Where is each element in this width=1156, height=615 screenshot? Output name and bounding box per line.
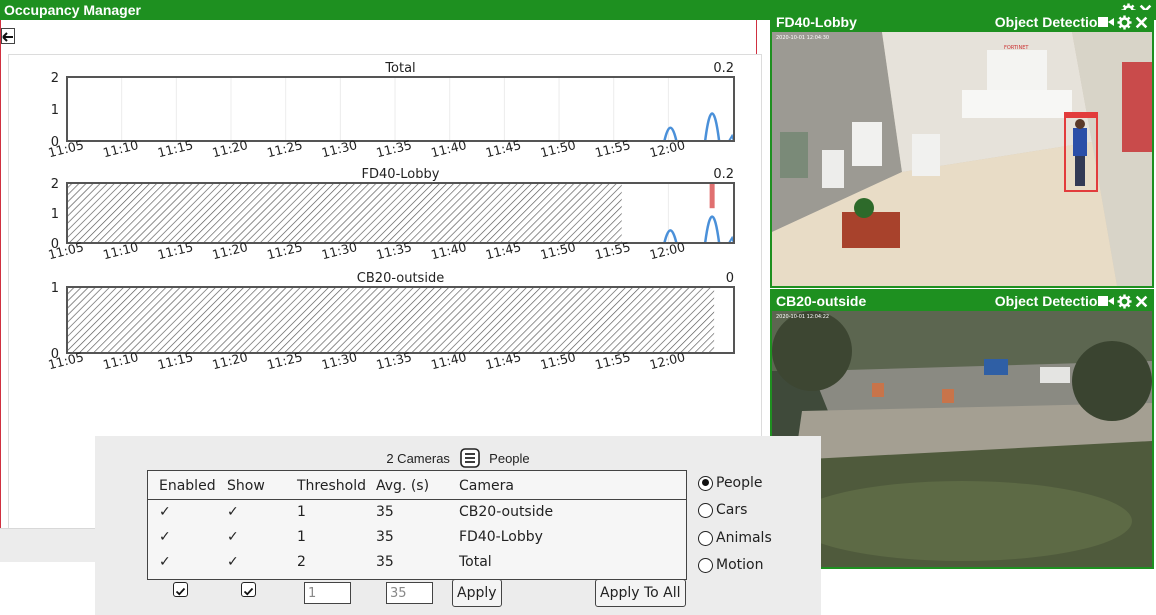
camera-panel-cb20-outside[interactable]: CB20-outside Object Detection 2020-10-01… xyxy=(770,289,1154,569)
column-header: Enabled xyxy=(159,478,216,494)
table-row[interactable]: ✓ ✓ 1 35 CB20-outside xyxy=(148,504,686,528)
radio-circle[interactable] xyxy=(698,475,713,491)
checkmark-icon xyxy=(243,587,254,596)
camera-cell: FD40-Lobby xyxy=(459,529,543,545)
radio-label: Animals xyxy=(716,530,772,546)
y-tick-label: 2 xyxy=(51,177,59,192)
column-header: Show xyxy=(227,478,265,494)
threshold-input[interactable] xyxy=(304,582,351,604)
table-row[interactable]: ✓ ✓ 2 35 Total xyxy=(148,554,686,578)
radio-label: People xyxy=(716,475,763,491)
video-camera-icon[interactable] xyxy=(1098,16,1114,28)
avg-cell: 35 xyxy=(376,529,394,545)
avg-cell: 35 xyxy=(376,554,394,570)
y-tick-label: 1 xyxy=(51,281,59,296)
radio-circle[interactable] xyxy=(698,557,713,573)
occupancy-spike xyxy=(703,215,721,244)
menu-icon[interactable] xyxy=(459,448,480,468)
radio-circle[interactable] xyxy=(698,530,713,546)
camera-name: FD40-Lobby xyxy=(776,14,857,30)
chart-title: Total xyxy=(384,61,415,76)
outside-camera-feed: 2020-10-01 12:04:22 xyxy=(772,311,1152,567)
apply-button[interactable]: Apply xyxy=(452,579,502,607)
column-header: Avg. (s) xyxy=(376,478,430,494)
radio-label: Motion xyxy=(716,557,764,573)
show-cell: ✓ xyxy=(227,504,239,520)
enabled-checkbox[interactable] xyxy=(173,582,188,597)
camera-count: 2 Cameras xyxy=(386,451,450,466)
y-tick-label: 2 xyxy=(51,71,59,86)
camera-timestamp: 2020-10-01 12:04:22 xyxy=(776,314,829,320)
show-cell: ✓ xyxy=(227,529,239,545)
chart-title: CB20-outside xyxy=(357,271,444,286)
threshold-cell: 1 xyxy=(297,529,306,545)
camera-mode: Object Detection xyxy=(994,293,1106,309)
chart-title: FD40-Lobby xyxy=(362,167,440,182)
checkmark-icon xyxy=(175,587,186,596)
camera-name: CB20-outside xyxy=(776,293,867,309)
enabled-cell: ✓ xyxy=(159,504,171,520)
column-header: Threshold xyxy=(297,478,366,494)
header-divider xyxy=(148,499,686,500)
radio-label: Cars xyxy=(716,502,748,518)
radio-motion[interactable]: Motion xyxy=(698,557,763,573)
camera-cell: Total xyxy=(459,554,492,570)
occupancy-spike xyxy=(703,112,721,142)
camera-titlebar: FD40-Lobby Object Detection xyxy=(772,12,1152,32)
lobby-camera-feed: FORTINET 2020-10-01 12:04:30 xyxy=(772,32,1152,286)
no-data-region xyxy=(67,183,622,243)
chart-value-label: 0.2 xyxy=(713,61,734,76)
settings-panel: 2 Cameras People Enabled Show Threshold … xyxy=(95,436,821,615)
window-title: Occupancy Manager xyxy=(4,2,141,18)
gear-icon[interactable] xyxy=(1117,293,1132,309)
camera-panel-fd40-lobby[interactable]: FD40-Lobby Object Detection FORTINET 202… xyxy=(770,10,1154,288)
back-button[interactable] xyxy=(1,28,15,44)
camera-table: Enabled Show Threshold Avg. (s) Camera ✓… xyxy=(147,470,687,580)
radio-people[interactable]: People xyxy=(698,475,763,491)
plot-frame xyxy=(66,76,735,142)
gear-icon[interactable] xyxy=(1117,14,1132,30)
radio-circle[interactable] xyxy=(698,502,713,518)
show-checkbox[interactable] xyxy=(241,582,256,597)
camera-mode: Object Detection xyxy=(994,14,1106,30)
camera-count-row: 2 Cameras People xyxy=(95,448,821,468)
avg-cell: 35 xyxy=(376,504,394,520)
enabled-cell: ✓ xyxy=(159,529,171,545)
avg-input[interactable] xyxy=(386,582,433,604)
arrow-left-icon xyxy=(2,32,13,42)
y-tick-label: 1 xyxy=(51,103,59,118)
video-camera-icon[interactable] xyxy=(1098,295,1114,307)
camera-timestamp: 2020-10-01 12:04:30 xyxy=(776,35,829,41)
radio-cars[interactable]: Cars xyxy=(698,502,747,518)
chart-value-label: 0 xyxy=(726,271,734,286)
table-row[interactable]: ✓ ✓ 1 35 FD40-Lobby xyxy=(148,529,686,553)
column-header: Camera xyxy=(459,478,514,494)
svg-text:FORTINET: FORTINET xyxy=(1004,45,1029,51)
close-icon[interactable] xyxy=(1135,16,1148,29)
camera-titlebar: CB20-outside Object Detection xyxy=(772,291,1152,311)
threshold-cell: 1 xyxy=(297,504,306,520)
show-cell: ✓ xyxy=(227,554,239,570)
enabled-cell: ✓ xyxy=(159,554,171,570)
y-tick-label: 1 xyxy=(51,207,59,222)
apply-to-all-button[interactable]: Apply To All xyxy=(595,579,686,607)
close-icon[interactable] xyxy=(1135,295,1148,308)
radio-animals[interactable]: Animals xyxy=(698,530,772,546)
no-data-region xyxy=(67,287,715,353)
camera-cell: CB20-outside xyxy=(459,504,554,520)
threshold-cell: 2 xyxy=(297,554,306,570)
chart-value-label: 0.2 xyxy=(713,167,734,182)
selected-type: People xyxy=(489,451,530,466)
